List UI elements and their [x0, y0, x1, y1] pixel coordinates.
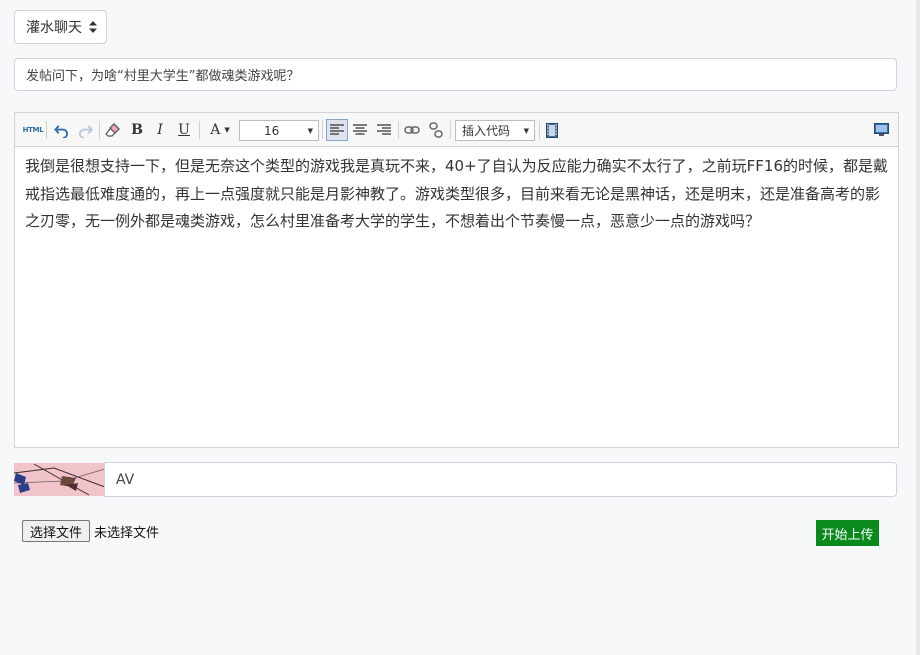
align-left-icon [330, 124, 344, 135]
dropdown-caret-icon: ▼ [224, 126, 230, 134]
dropdown-caret-icon: ▼ [307, 127, 313, 135]
captcha-image[interactable] [14, 463, 105, 496]
italic-button[interactable]: I [151, 120, 169, 140]
toolbar-divider [539, 121, 540, 139]
start-upload-button[interactable]: 开始上传 [816, 520, 879, 546]
toolbar-divider [99, 121, 100, 139]
dropdown-caret-icon: ▼ [523, 127, 529, 135]
redo-button[interactable] [75, 120, 95, 140]
clear-format-button[interactable] [103, 120, 123, 140]
font-color-button[interactable]: A ▼ [206, 120, 234, 140]
captcha-noise-graphic [14, 463, 105, 496]
bold-button[interactable]: B [128, 120, 146, 140]
file-chooser: 选择文件 未选择文件 [22, 519, 159, 543]
font-size-select[interactable]: 16 ▼ [239, 120, 319, 141]
align-center-icon [353, 124, 367, 135]
unlink-icon [429, 122, 443, 138]
eraser-icon [105, 123, 120, 137]
monitor-icon [873, 123, 889, 136]
toolbar-divider [199, 121, 200, 139]
choose-file-button[interactable]: 选择文件 [22, 520, 91, 542]
sort-caret-icon [89, 21, 97, 33]
editor-toolbar: HTML B I U A ▼ 16 ▼ 插入代码 ▼ [15, 113, 898, 147]
page-scrollbar[interactable] [916, 0, 920, 655]
insert-link-button[interactable] [402, 120, 422, 140]
rich-text-editor: HTML B I U A ▼ 16 ▼ 插入代码 ▼ 我倒是很想支持一下，但是无… [14, 112, 899, 448]
captcha-value: AV [116, 471, 135, 488]
font-size-value: 16 [264, 123, 280, 138]
font-color-icon: A [210, 122, 221, 138]
film-icon [546, 122, 558, 138]
post-title-input[interactable]: 发帖问下，为啥“村里大学生”都做魂类游戏呢？ [14, 58, 897, 91]
insert-video-button[interactable] [543, 120, 561, 140]
html-source-button[interactable]: HTML [22, 120, 44, 140]
remove-link-button[interactable] [426, 120, 446, 140]
align-right-button[interactable] [374, 120, 394, 140]
post-title-text: 发帖问下，为啥“村里大学生”都做魂类游戏呢？ [26, 69, 300, 84]
fullscreen-button[interactable] [871, 120, 891, 140]
underline-button[interactable]: U [175, 120, 193, 140]
editor-content[interactable]: 我倒是很想支持一下，但是无奈这个类型的游戏我是真玩不来，40+了自认为反应能力确… [15, 147, 898, 236]
redo-icon [78, 124, 93, 138]
captcha-input[interactable]: AV [104, 462, 897, 497]
file-status-text: 未选择文件 [94, 525, 160, 541]
insert-code-label: 插入代码 [462, 124, 511, 138]
align-right-icon [377, 124, 391, 135]
forum-category-select[interactable]: 灌水聊天 [14, 10, 107, 44]
undo-button[interactable] [51, 120, 71, 140]
toolbar-divider [322, 121, 323, 139]
undo-icon [53, 124, 68, 138]
toolbar-divider [46, 121, 47, 139]
align-center-button[interactable] [350, 120, 370, 140]
toolbar-divider [398, 121, 399, 139]
toolbar-divider [450, 121, 451, 139]
insert-code-select[interactable]: 插入代码 ▼ [455, 120, 535, 141]
forum-category-value: 灌水聊天 [26, 20, 82, 36]
align-left-button[interactable] [326, 119, 348, 141]
link-icon [404, 126, 420, 134]
